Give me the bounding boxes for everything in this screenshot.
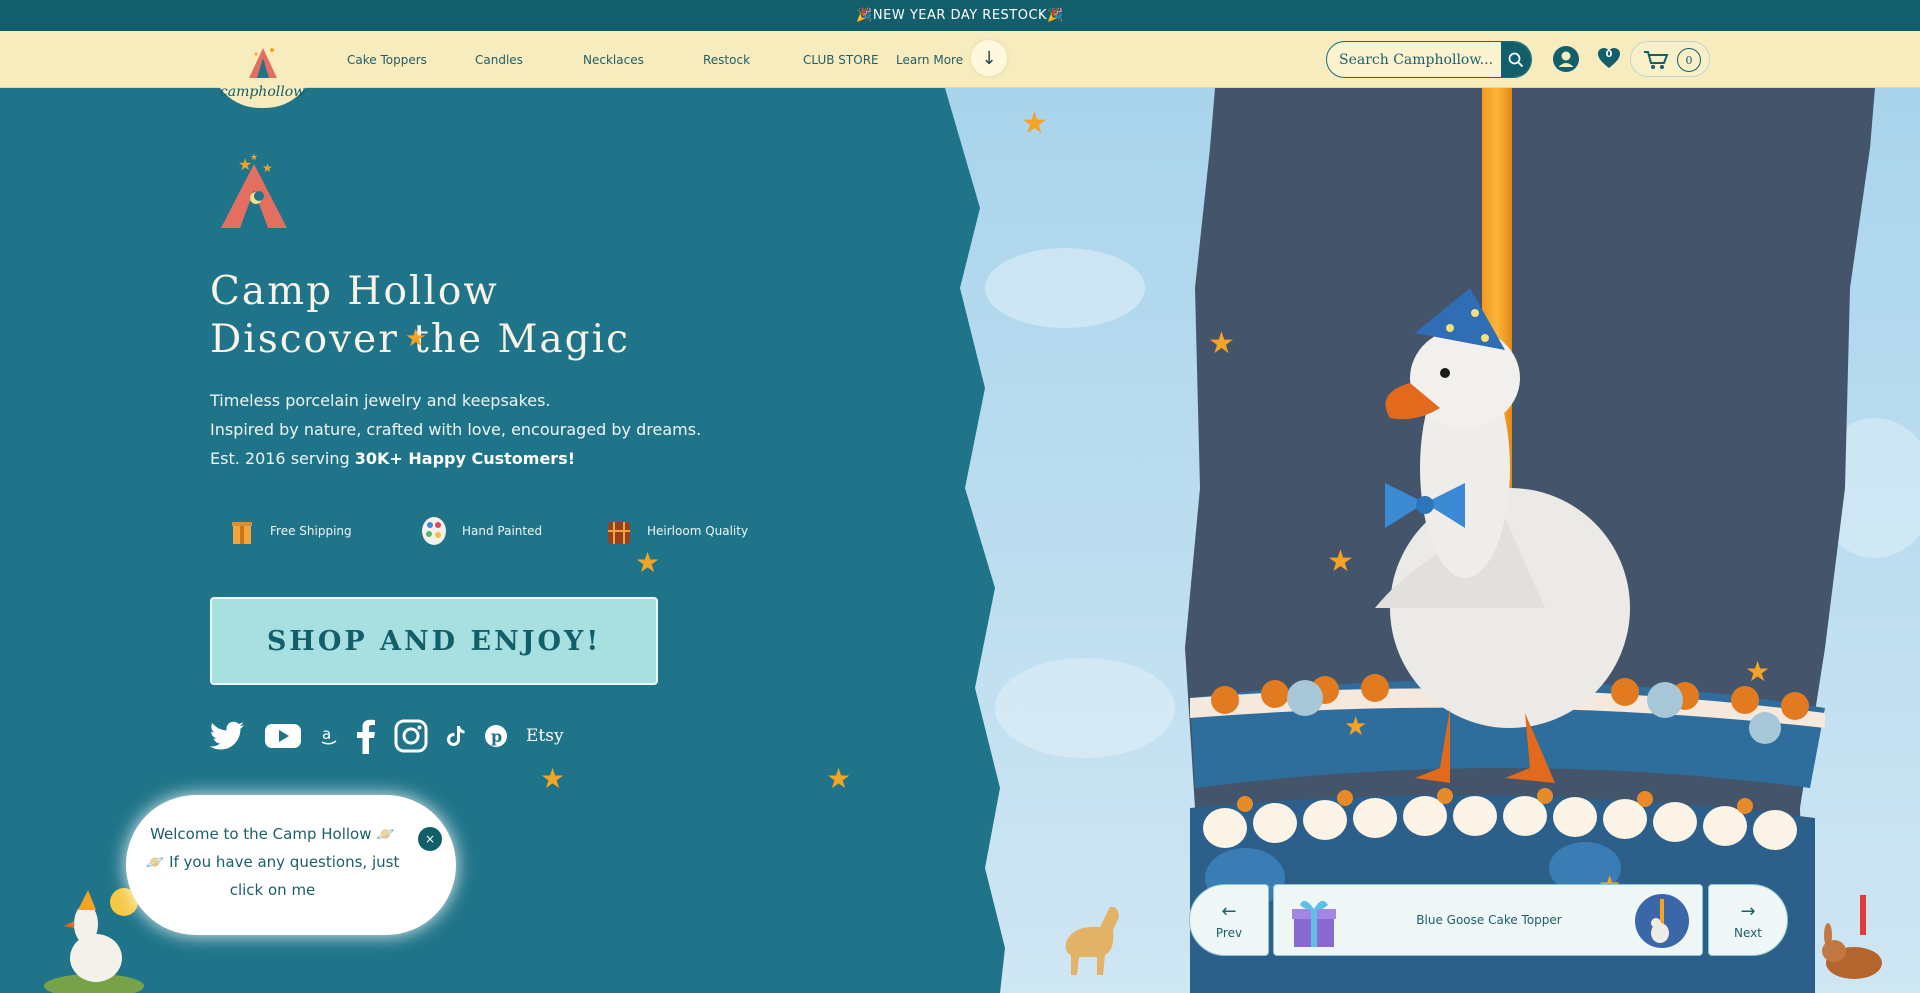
pinterest-icon[interactable]: p (484, 724, 508, 748)
star-icon: ★ (1745, 655, 1771, 688)
wishlist-count: 0 (1605, 49, 1613, 60)
nav-restock[interactable]: Restock (703, 53, 803, 67)
brand-name: camphollow (219, 84, 306, 100)
star-icon: ★ (1208, 326, 1235, 361)
cart-count: 0 (1677, 48, 1701, 72)
nav-club-store[interactable]: CLUB STORE (803, 53, 896, 67)
chat-line-2: 🪐 If you have any questions, just click … (145, 853, 400, 899)
svg-text:p: p (491, 727, 502, 746)
nav-learn-more[interactable]: Learn More (896, 53, 963, 67)
prev-slide-button[interactable]: ← Prev (1189, 884, 1269, 956)
hero-image-blue-goose (945, 88, 1920, 993)
account-button[interactable] (1553, 46, 1579, 72)
search-button[interactable] (1501, 42, 1531, 77)
hero-illustration (945, 88, 1920, 993)
feature-label: Hand Painted (462, 524, 543, 538)
paint-palette-icon (422, 517, 446, 545)
search-box (1326, 41, 1532, 78)
instagram-icon[interactable] (394, 719, 428, 753)
horse-figurine (1065, 906, 1119, 975)
tiktok-icon[interactable] (446, 725, 466, 747)
youtube-icon[interactable] (264, 722, 302, 750)
site-logo[interactable]: camphollow (210, 40, 315, 108)
star-icon: ★ (405, 324, 427, 352)
feature-list: Free Shipping Hand Painted Heirloom Qual… (228, 516, 748, 546)
nav-necklaces[interactable]: Necklaces (583, 53, 703, 67)
main-nav: Cake Toppers Candles Necklaces Restock C… (347, 31, 963, 88)
cart-icon (1644, 51, 1669, 69)
feature-free-shipping: Free Shipping (228, 516, 420, 546)
nav-cake-toppers[interactable]: Cake Toppers (347, 53, 475, 67)
search-icon (1508, 52, 1524, 67)
tagline-line3: Est. 2016 serving 30K+ Happy Customers! (210, 444, 701, 473)
scroll-down-button[interactable]: ↓ (971, 40, 1007, 76)
announcement-bar: 🎉NEW YEAR DAY RESTOCK🎉 (0, 0, 1920, 31)
feature-label: Heirloom Quality (647, 524, 749, 538)
shop-and-enjoy-button[interactable]: SHOP AND ENJOY! (210, 597, 658, 685)
product-thumbnail (1635, 894, 1689, 948)
gift-box-icon (232, 522, 252, 544)
bunny-candle-figurine (1822, 895, 1882, 979)
arrow-left-icon: ← (1221, 900, 1237, 922)
hero-tagline: Timeless porcelain jewelry and keepsakes… (210, 386, 701, 473)
current-slide-card[interactable]: Blue Goose Cake Topper (1273, 884, 1703, 956)
etsy-link[interactable]: Etsy (526, 726, 564, 746)
star-icon: ★ (540, 762, 566, 795)
tagline-line2: Inspired by nature, crafted with love, e… (210, 420, 702, 439)
feature-hand-painted: Hand Painted (420, 516, 605, 546)
announcement-text: 🎉NEW YEAR DAY RESTOCK🎉 (856, 8, 1064, 23)
star-icon: ★ (1344, 712, 1368, 742)
chat-line-1: Welcome to the Camp Hollow 🪐 (150, 825, 395, 843)
cart-button[interactable]: 0 (1630, 41, 1710, 77)
social-links: a p Etsy (210, 718, 564, 754)
svg-text:★: ★ (250, 153, 258, 163)
prev-label: Prev (1215, 925, 1243, 940)
arrow-down-icon: ↓ (981, 47, 997, 69)
user-icon (1558, 51, 1574, 67)
tagline-customers: 30K+ Happy Customers! (354, 449, 576, 468)
tagline-line1: Timeless porcelain jewelry and keepsakes… (210, 391, 551, 410)
star-icon: ★ (1327, 544, 1354, 579)
feature-label: Free Shipping (270, 524, 352, 538)
star-icon: ★ (826, 762, 852, 795)
wishlist-button[interactable]: 0 (1596, 45, 1622, 71)
svg-text:★: ★ (262, 161, 273, 175)
star-icon: ★ (1021, 106, 1048, 141)
tent-logo-icon (249, 48, 277, 78)
star-icon: ★ (635, 546, 661, 579)
search-input[interactable] (1327, 42, 1503, 77)
treasure-chest-icon (608, 522, 630, 544)
tent-logo-icon: ★ ★ ★ (221, 153, 287, 228)
feature-heirloom-quality: Heirloom Quality (605, 516, 748, 546)
svg-text:a: a (322, 726, 331, 743)
next-slide-button[interactable]: → Next (1708, 884, 1788, 956)
nav-candles[interactable]: Candles (475, 53, 583, 67)
hero-title-line1: Camp Hollow (210, 269, 499, 314)
tagline-est: Est. 2016 serving (210, 449, 355, 468)
arrow-right-icon: → (1740, 900, 1756, 922)
twitter-icon[interactable] (210, 721, 246, 751)
chat-welcome-text[interactable]: Welcome to the Camp Hollow 🪐 🪐 If you ha… (140, 820, 405, 904)
hero-logo: ★ ★ ★ (216, 150, 294, 236)
chat-close-button[interactable]: × (418, 827, 442, 851)
close-icon: × (424, 832, 436, 846)
facebook-icon[interactable] (356, 718, 376, 754)
amazon-icon[interactable]: a (320, 726, 338, 746)
next-label: Next (1734, 925, 1762, 940)
